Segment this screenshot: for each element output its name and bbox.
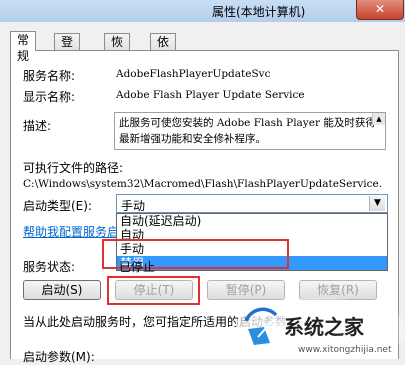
start-button[interactable]: 启动(S) [23, 280, 101, 300]
chevron-down-icon[interactable]: ▼ [369, 196, 385, 211]
watermark-brand: 系统之家 [284, 315, 365, 339]
display-name-value: Adobe Flash Player Update Service [116, 89, 305, 101]
help-link[interactable]: 帮助我配置服务启动 [23, 223, 131, 240]
title-bar: 属性(本地计算机) ✕ [0, 0, 405, 22]
watermark-logo: 系统之家 www.xitongzhijia.net [232, 297, 405, 362]
scroll-up-icon[interactable]: ▲ [372, 113, 385, 125]
close-button[interactable]: ✕ [356, 0, 404, 20]
path-label: 可执行文件的路径: [23, 161, 124, 175]
description-text: 此服务可使您安装的 Adobe Flash Player 能及时获得最新增强功能… [119, 117, 376, 145]
option-auto-delayed[interactable]: 自动(延迟启动) [120, 214, 201, 228]
startup-type-label: 启动类型(E): [23, 199, 92, 213]
tab-logon[interactable]: 登录 [54, 33, 81, 65]
window-title: 属性(本地计算机) [212, 5, 306, 19]
service-name-label: 服务名称: [23, 69, 76, 83]
display-name-label: 显示名称: [23, 90, 76, 104]
start-params-label: 启动参数(M): [23, 350, 95, 364]
path-value: C:\Windows\system32\Macromed\Flash\Flash… [23, 178, 383, 190]
close-icon: ✕ [374, 2, 386, 16]
startup-type-value: 手动 [121, 199, 146, 213]
service-status-label: 服务状态: [23, 260, 76, 274]
service-name-value: AdobeFlashPlayerUpdateSvc [116, 68, 271, 80]
tab-recovery[interactable]: 恢复 [104, 33, 131, 65]
tab-general[interactable]: 常规 [10, 31, 37, 63]
watermark-url: www.xitongzhijia.net [298, 345, 392, 355]
annotation-box-stop [107, 276, 200, 305]
startup-type-select[interactable]: 手动 ▼ [116, 194, 388, 213]
description-label: 描述: [23, 119, 52, 133]
description-box[interactable]: 此服务可使您安装的 Adobe Flash Player 能及时获得最新增强功能… [114, 112, 386, 150]
service-status-value: 已停止 [119, 260, 156, 274]
tab-dependencies[interactable]: 依存关系 [150, 33, 177, 97]
